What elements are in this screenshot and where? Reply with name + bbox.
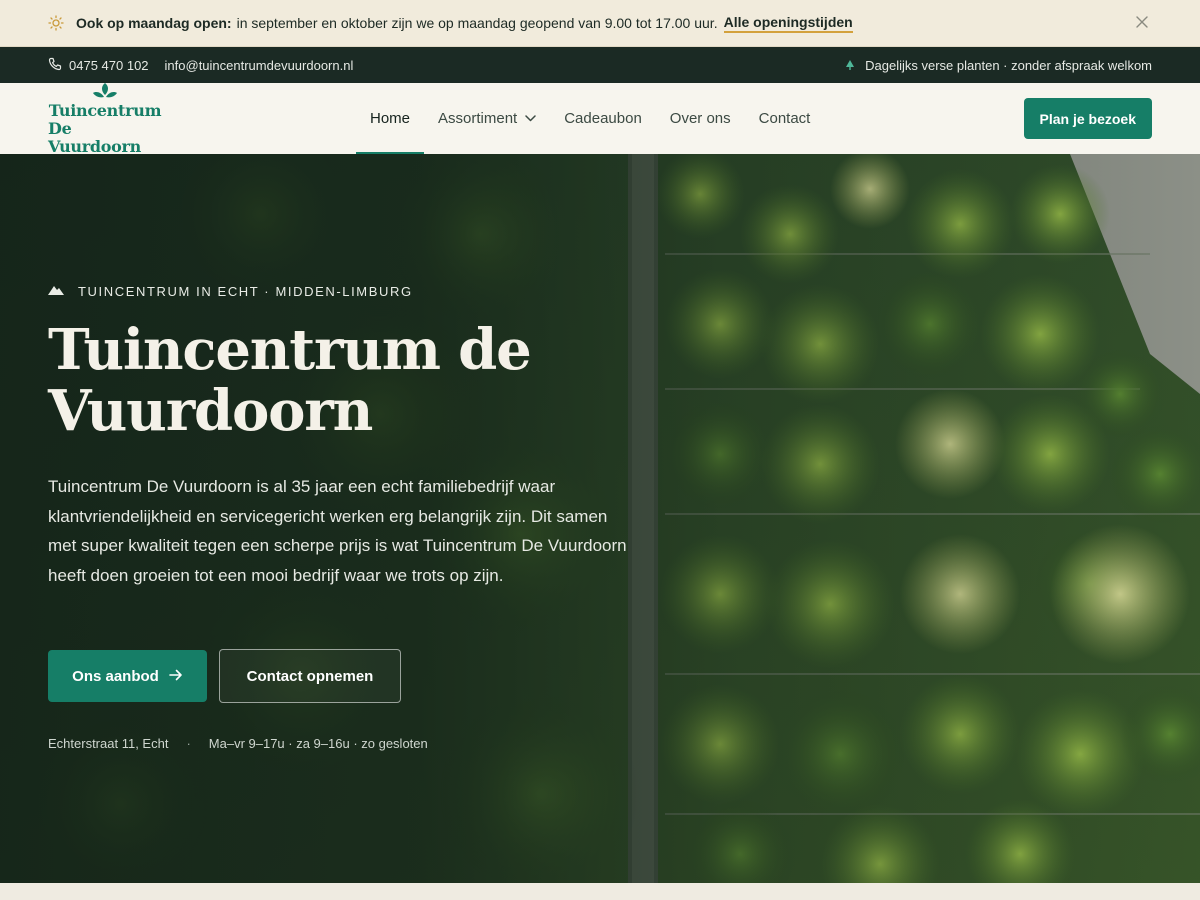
tagline-text: Dagelijks verse planten · zonder afspraa… xyxy=(865,57,1152,73)
chevron-down-icon xyxy=(525,115,536,122)
mountain-icon xyxy=(48,284,64,299)
hero-title: Tuincentrum de Vuurdoorn xyxy=(48,317,532,444)
announcement-bar: Ook op maandag open: in september en okt… xyxy=(0,0,1200,47)
phone-number: 0475 470 102 xyxy=(69,57,149,73)
phone-icon xyxy=(48,57,62,74)
hero-description: Tuincentrum De Vuurdoorn is al 35 jaar e… xyxy=(48,477,627,585)
utility-bar: 0475 470 102 info@tuincentrumdevuurdoorn… xyxy=(0,47,1200,83)
logo-line-2: De Vuurdoorn xyxy=(48,118,141,156)
hero-eyebrow: TUINCENTRUM IN ECHT · MIDDEN-LIMBURG xyxy=(48,284,413,299)
nav-home[interactable]: Home xyxy=(356,83,425,154)
logo-line-1: Tuincentrum xyxy=(48,100,162,120)
nav-cadeaubon[interactable]: Cadeaubon xyxy=(550,83,656,154)
page-bottom-strip xyxy=(0,883,1200,900)
nav-assortiment[interactable]: Assortiment xyxy=(424,83,550,154)
hero-section: TUINCENTRUM IN ECHT · MIDDEN-LIMBURG Tui… xyxy=(0,154,1200,883)
hero-eyebrow-text: TUINCENTRUM IN ECHT · MIDDEN-LIMBURG xyxy=(78,284,413,299)
address: Echterstraat 11, Echt xyxy=(48,736,169,751)
site-header: Tuincentrum De Vuurdoorn Home Assortimen… xyxy=(0,82,1200,156)
nav-over-ons[interactable]: Over ons xyxy=(656,83,745,154)
our-offer-label: Ons aanbod xyxy=(72,667,159,685)
our-offer-button[interactable]: Ons aanbod xyxy=(48,650,207,702)
nav-assortiment-label: Assortiment xyxy=(438,110,518,127)
contact-button[interactable]: Contact opnemen xyxy=(219,649,401,703)
close-icon[interactable] xyxy=(1134,14,1150,30)
leaf-icon xyxy=(92,82,118,102)
arrow-right-icon xyxy=(169,668,183,685)
sun-icon xyxy=(48,15,64,31)
tagline: Dagelijks verse planten · zonder afspraa… xyxy=(844,58,1152,73)
logo[interactable]: Tuincentrum De Vuurdoorn xyxy=(48,82,162,156)
announcement-heading: Ook op maandag open: xyxy=(76,15,232,31)
main-nav: Home Assortiment Cadeaubon Over ons Cont… xyxy=(356,83,824,154)
plan-visit-button[interactable]: Plan je bezoek xyxy=(1023,98,1152,139)
nav-contact[interactable]: Contact xyxy=(745,83,825,154)
opening-hours-link[interactable]: Alle openingstijden xyxy=(723,14,853,33)
phone-contact[interactable]: 0475 470 102 xyxy=(48,57,149,74)
plant-icon xyxy=(844,58,856,73)
meta-separator: · xyxy=(186,736,191,751)
hero-meta: Echterstraat 11, Echt · Ma–vr 9–17u · za… xyxy=(48,736,428,751)
opening-hours: Ma–vr 9–17u · za 9–16u · zo gesloten xyxy=(208,736,428,751)
email-link[interactable]: info@tuincentrumdevuurdoorn.nl xyxy=(165,58,354,73)
announcement-message: in september en oktober zijn we op maand… xyxy=(236,15,718,31)
